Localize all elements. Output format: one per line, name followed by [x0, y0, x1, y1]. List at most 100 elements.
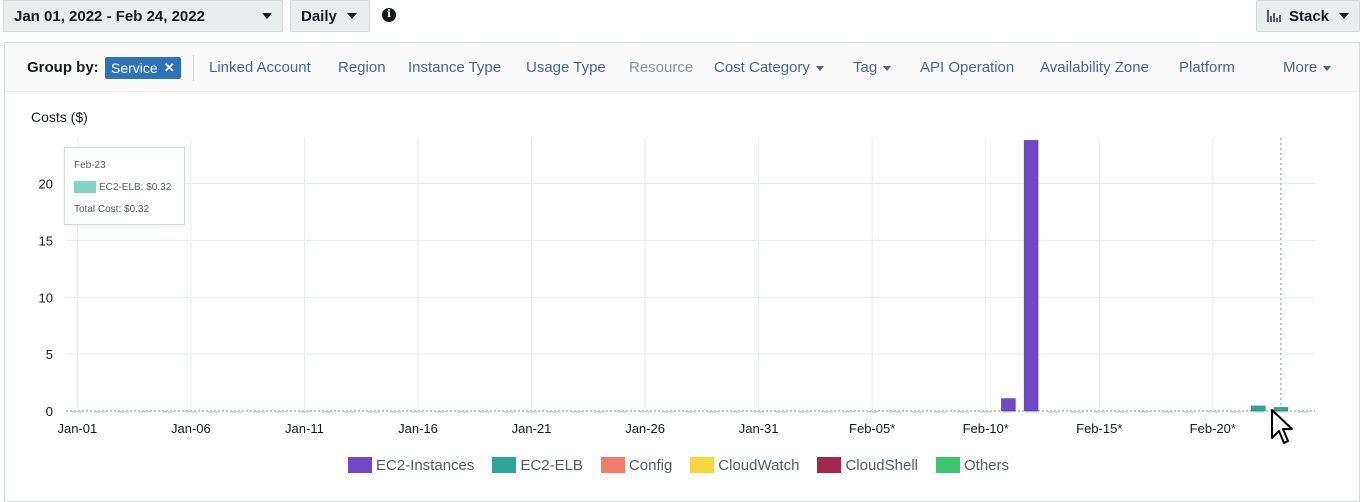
zero-marker [321, 411, 334, 413]
granularity-value: Daily [301, 7, 337, 25]
zero-marker [139, 411, 152, 413]
zero-marker [94, 411, 107, 413]
zero-marker [820, 411, 833, 413]
legend-item-cloudwatch[interactable]: CloudWatch [690, 455, 799, 475]
chart-tooltip: Feb-23 EC2-ELB: $0.32 Total Cost: $0.32 [64, 147, 185, 225]
chart-legend: EC2-Instances EC2-ELB Config CloudWatch … [348, 455, 1027, 475]
zero-marker [570, 411, 583, 413]
tooltip-date: Feb-23 [74, 160, 106, 171]
zero-marker [1115, 411, 1128, 413]
x-tick-label: Jan-26 [625, 421, 665, 436]
legend-item-ec2-instances[interactable]: EC2-Instances [348, 455, 474, 475]
legend-swatch [492, 457, 517, 473]
zero-marker [661, 411, 674, 413]
x-tick-label: Jan-16 [398, 421, 438, 436]
zero-marker [1070, 411, 1083, 413]
zero-marker [843, 411, 856, 413]
caret-down-icon [1339, 13, 1350, 19]
y-tick-label: 10 [39, 290, 53, 305]
zero-marker [616, 411, 629, 413]
bar [1001, 398, 1016, 412]
x-tick-label: Jan-06 [171, 421, 211, 436]
x-tick-label: Feb-10* [963, 421, 1009, 436]
zero-marker [684, 411, 697, 413]
zero-marker [207, 411, 220, 413]
info-icon[interactable]: i [382, 8, 396, 22]
legend-swatch [600, 457, 625, 473]
mouse-pointer-icon [1271, 409, 1293, 444]
zero-marker [888, 411, 901, 413]
zero-marker [934, 411, 947, 413]
x-tick-label: Jan-21 [512, 421, 552, 436]
tooltip-total: Total Cost: $0.32 [74, 204, 150, 215]
zero-marker [752, 411, 765, 413]
y-tick-label: 20 [39, 177, 53, 192]
tooltip-series-value: EC2-ELB: $0.32 [99, 182, 172, 193]
date-range-dropdown[interactable]: Jan 01, 2022 - Feb 24, 2022 [3, 0, 283, 32]
x-tick-label: Jan-11 [285, 421, 324, 436]
zero-marker [71, 411, 84, 413]
cost-chart-panel: Group by: Service ✕ Linked Account Regio… [4, 42, 1360, 502]
zero-marker [1184, 411, 1197, 413]
y-tick-label: 5 [46, 347, 53, 362]
zero-marker [1206, 411, 1219, 413]
zero-marker [434, 411, 447, 413]
y-tick-label: 0 [46, 404, 53, 419]
zero-marker [548, 411, 561, 413]
zero-marker [253, 411, 266, 413]
cost-bar-chart: 0 5 10 15 20 Jan-01 Jan-06 Jan-11 Jan-16 Jan-21 Ja… [39, 138, 1315, 436]
granularity-dropdown[interactable]: Daily [290, 0, 370, 32]
zero-marker [411, 411, 424, 413]
zero-marker [798, 411, 811, 413]
zero-marker [1229, 411, 1242, 413]
x-tick-label: Feb-15* [1076, 421, 1122, 436]
zero-marker [1161, 411, 1174, 413]
x-tick-label: Feb-05* [849, 421, 895, 436]
zero-marker [275, 411, 288, 413]
zero-marker [162, 411, 175, 413]
zero-marker [639, 411, 652, 413]
zero-marker [457, 411, 470, 413]
zero-marker [593, 411, 606, 413]
tooltip-swatch [74, 181, 96, 193]
caret-down-icon [346, 13, 357, 19]
zero-marker [502, 411, 515, 413]
y-tick-label: 15 [39, 233, 53, 248]
legend-item-config[interactable]: Config [600, 455, 672, 475]
zero-marker [343, 411, 356, 413]
zero-marker [1047, 411, 1060, 413]
zero-marker [1297, 411, 1310, 413]
date-range-value: Jan 01, 2022 - Feb 24, 2022 [14, 7, 205, 25]
zero-marker [116, 411, 129, 413]
legend-swatch [817, 457, 842, 473]
zero-marker [366, 411, 379, 413]
zero-marker [775, 411, 788, 413]
zero-marker [389, 411, 402, 413]
zero-marker [957, 411, 970, 413]
legend-item-others[interactable]: Others [935, 455, 1009, 475]
zero-marker [979, 411, 992, 413]
zero-marker [911, 411, 924, 413]
zero-marker [866, 411, 879, 413]
zero-marker [525, 411, 538, 413]
caret-down-icon [262, 13, 272, 19]
zero-marker [230, 411, 243, 413]
bar [1023, 139, 1039, 412]
x-tick-label: Jan-31 [739, 421, 779, 436]
zero-marker [184, 411, 197, 413]
legend-swatch [348, 457, 372, 473]
x-tick-label: Feb-20* [1190, 421, 1236, 436]
bar-chart-icon [1267, 10, 1281, 22]
zero-marker [480, 411, 493, 413]
legend-item-ec2-elb[interactable]: EC2-ELB [492, 455, 583, 475]
legend-item-cloudshell[interactable]: CloudShell [817, 455, 918, 475]
zero-marker [729, 411, 742, 413]
legend-swatch [935, 457, 960, 473]
zero-marker [1138, 411, 1151, 413]
zero-marker [707, 411, 720, 413]
chart-style-dropdown[interactable]: Stack [1256, 0, 1360, 32]
zero-marker [298, 411, 311, 413]
bar [1250, 405, 1266, 412]
zero-marker [1093, 411, 1106, 413]
legend-swatch [690, 457, 715, 473]
